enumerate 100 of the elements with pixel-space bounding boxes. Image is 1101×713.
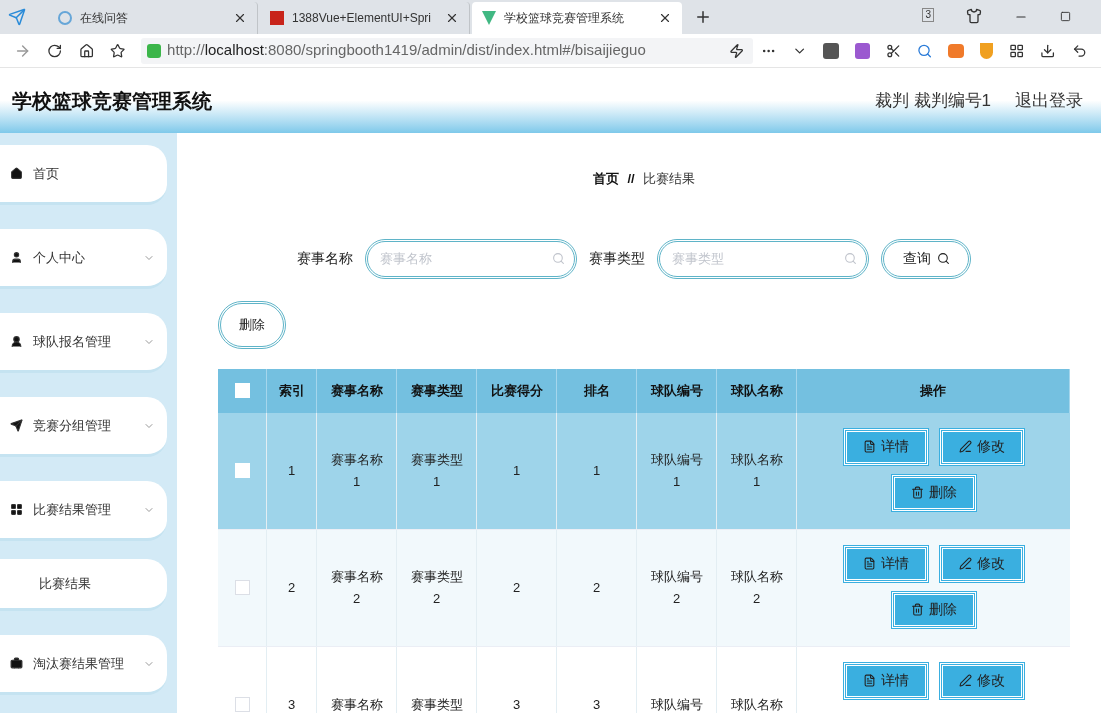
breadcrumb-current: 比赛结果 [642, 170, 695, 188]
shirt-icon[interactable] [966, 8, 982, 24]
logout-button[interactable]: 退出登录 [1015, 87, 1083, 114]
field-label: 赛事名称 [297, 249, 353, 268]
column-header: 赛事名称 [317, 368, 397, 413]
tab-title: 在线问答 [80, 10, 129, 27]
search-field[interactable]: 赛事类型 [657, 238, 869, 279]
undo-icon[interactable] [1071, 42, 1088, 59]
column-header: 赛事类型 [397, 368, 477, 413]
telegram-icon[interactable] [8, 8, 26, 26]
table-cell-text: 球队名称 2 [730, 567, 783, 608]
menu-label: 比赛结果管理 [33, 500, 112, 519]
table-cell-text: 球队名称 [730, 695, 783, 713]
sidebar-item[interactable]: 竞赛分组管理 [0, 397, 167, 457]
search-field[interactable]: 赛事名称 [365, 238, 577, 279]
table-cell-text: 球队编号 1 [650, 450, 703, 491]
menu-label: 竞赛分组管理 [33, 416, 112, 435]
column-header: 球队编号 [637, 368, 717, 413]
search-icon [552, 251, 565, 265]
breadcrumb-separator: // [627, 170, 635, 188]
column-header: 排名 [557, 368, 637, 413]
sidebar-item[interactable]: 首页 [0, 145, 167, 205]
grid-icon[interactable] [1009, 42, 1025, 59]
home-icon[interactable] [78, 42, 94, 59]
extension-icon[interactable] [854, 42, 870, 59]
table-cell-text: 赛事类型 1 [410, 450, 463, 491]
url-text: http://localhost:8080/springbooth1419/admin/dist/index.html#/bisaijieguo [167, 40, 646, 61]
person-icon [10, 335, 23, 348]
favicon-icon [58, 11, 72, 25]
edit-button[interactable]: 修改 [939, 545, 1024, 582]
sidebar-item[interactable]: 淘汰赛结果管理 [0, 635, 167, 695]
table-cell-text: 赛事名称 1 [330, 450, 383, 491]
edit-button[interactable]: 修改 [939, 428, 1024, 465]
download-icon[interactable] [1040, 42, 1056, 59]
menu-label: 首页 [33, 164, 60, 183]
maximize-icon[interactable] [1060, 11, 1071, 22]
table-cell-text: 1 [592, 461, 601, 480]
star-icon[interactable] [109, 42, 126, 59]
document-icon [862, 440, 876, 453]
table-cell-text: 赛事名称 [330, 695, 383, 713]
table-cell-text: 2 [592, 578, 601, 597]
table-row[interactable]: 1 赛事名称 1 赛事类型 1 1 1 球队编号 1 球队名称 1 详情 修改 删除 [218, 412, 1070, 530]
column-header: 索引 [267, 368, 317, 413]
sidebar-item[interactable]: 球队报名管理 [0, 313, 167, 373]
user-icon [10, 251, 23, 264]
column-header: 比赛得分 [477, 368, 557, 413]
close-icon[interactable] [658, 11, 672, 25]
scissors-icon[interactable] [885, 42, 902, 59]
delete-button[interactable]: 删除 [891, 474, 976, 511]
briefcase-icon [10, 657, 23, 670]
close-icon[interactable] [233, 11, 247, 25]
table-cell-text: 球队名称 1 [730, 450, 783, 491]
breadcrumb-link[interactable]: 首页 [593, 169, 620, 189]
browser-tab[interactable]: 学校篮球竞赛管理系统 [472, 2, 682, 34]
sidebar-item[interactable]: 个人中心 [0, 229, 167, 289]
search-icon [936, 252, 950, 265]
table-row[interactable]: 2 赛事名称 2 赛事类型 2 2 2 球队编号 2 球队名称 2 详情 修改 删除 [218, 529, 1070, 647]
checkbox[interactable] [234, 580, 250, 595]
tab-title: 1388Vue+ElementUI+Spri [292, 10, 432, 27]
close-icon[interactable] [445, 11, 459, 25]
document-icon [862, 674, 876, 687]
menu-label: 淘汰赛结果管理 [33, 654, 125, 673]
pen-icon [958, 557, 972, 570]
lightning-icon[interactable] [729, 42, 745, 59]
table-cell-text: 球队编号 2 [650, 567, 703, 608]
delete-button[interactable]: 删除 [891, 591, 976, 628]
address-field[interactable]: http://localhost:8080/springbooth1419/admin/dist/index.html#/bisaijieguo [141, 37, 754, 64]
secure-icon [147, 43, 162, 58]
app-title: 学校篮球竞赛管理系统 [12, 88, 213, 114]
document-icon [862, 557, 876, 570]
details-button[interactable]: 详情 [843, 428, 928, 465]
checkbox[interactable] [234, 697, 250, 712]
home-icon [10, 167, 23, 180]
table-cell-text: 3 [287, 695, 296, 713]
details-button[interactable]: 详情 [843, 662, 928, 699]
details-button[interactable]: 详情 [843, 545, 928, 582]
paper-plane-icon [10, 419, 23, 432]
column-header: 球队名称 [717, 368, 797, 413]
table-cell-text: 3 [512, 695, 521, 713]
trash-icon [910, 486, 924, 499]
menu-label: 球队报名管理 [33, 332, 112, 351]
table-cell-text: 球队编号 [650, 695, 703, 713]
tab-count-badge[interactable]: 3 [922, 8, 934, 22]
favicon-icon [270, 11, 284, 25]
submenu-item[interactable]: 比赛结果 [0, 559, 167, 611]
new-tab-icon[interactable] [694, 8, 712, 26]
column-header: 操作 [797, 368, 1070, 413]
search-icon[interactable] [917, 42, 933, 59]
table-cell-text: 赛事类型 2 [410, 567, 463, 608]
trash-icon [910, 603, 924, 616]
table-cell-text: 赛事名称 2 [330, 567, 383, 608]
extension-icon[interactable] [823, 42, 839, 59]
search-icon [844, 251, 857, 265]
edit-button[interactable]: 修改 [939, 662, 1024, 699]
menu-label: 个人中心 [33, 248, 86, 267]
table-cell-text: 2 [287, 578, 296, 597]
reload-icon[interactable] [47, 42, 63, 59]
sidebar-item[interactable]: 比赛结果管理 [0, 481, 167, 541]
field-label: 赛事类型 [589, 249, 645, 268]
user-label: 裁判 裁判编号1 [874, 89, 991, 112]
